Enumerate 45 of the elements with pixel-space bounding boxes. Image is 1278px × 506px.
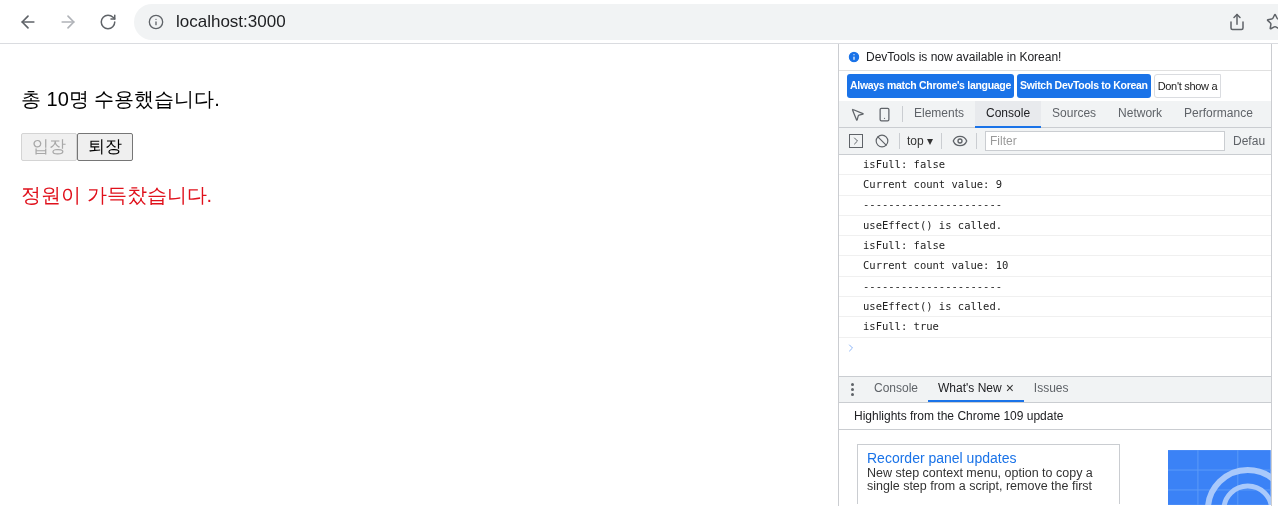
console-message: ----------------------	[863, 278, 1003, 294]
console-message: Current count value: 9	[863, 177, 1003, 193]
inspect-icon[interactable]	[850, 106, 865, 122]
live-expression-icon[interactable]	[952, 133, 969, 149]
console-message: isFull: true	[863, 319, 939, 335]
address-bar[interactable]: localhost:3000	[134, 3, 1278, 40]
console-message: useEffect() is called.	[863, 217, 1003, 233]
console-message: useEffect() is called.	[863, 298, 1003, 314]
url-text: localhost:3000	[176, 10, 286, 33]
devtools-tab[interactable]: Performance	[1173, 100, 1264, 128]
bookmark-star-icon[interactable]	[1266, 12, 1278, 31]
language-button[interactable]: Don't show a	[1153, 74, 1222, 98]
feature-card[interactable]: Recorder panel updates New step context menu, option to copy a single step from a script, remove the first	[857, 443, 1121, 504]
devtools-tab[interactable]: Console	[975, 100, 1042, 128]
clear-console-icon[interactable]	[875, 134, 889, 148]
console-message: isFull: false	[863, 237, 946, 253]
card-description: New step context menu, option to copy a single step from a script, remove the first	[867, 466, 1094, 493]
filter-field[interactable]: Filter	[985, 131, 1226, 151]
console-message: ----------------------	[863, 197, 1003, 213]
language-button[interactable]: Switch DevTools to Korean	[1016, 74, 1151, 98]
highlights-text: Highlights from the Chrome 109 update	[854, 407, 1064, 425]
context-select[interactable]: top ▾	[907, 132, 934, 150]
site-info-icon[interactable]	[148, 13, 164, 30]
drawer-tab[interactable]: What's New ×	[928, 376, 1024, 403]
notice-text: DevTools is now available in Korean!	[866, 49, 1062, 66]
console-message: isFull: false	[863, 156, 946, 172]
info-icon	[847, 50, 861, 64]
devtools-tab[interactable]: Network	[1107, 100, 1174, 128]
drawer-tab[interactable]: Console	[864, 376, 929, 403]
more-icon[interactable]	[851, 382, 854, 396]
devtools-tab[interactable]: Sources	[1041, 100, 1108, 128]
close-tab-button[interactable]: ×	[1005, 377, 1014, 399]
caret-icon: ▾	[927, 134, 934, 148]
card-title[interactable]: Recorder panel updates	[867, 448, 1111, 467]
log-levels-dropdown[interactable]: Defau	[1233, 132, 1266, 150]
device-toolbar-icon[interactable]	[877, 106, 892, 122]
share-icon[interactable]	[1228, 12, 1246, 31]
drawer-tab[interactable]: Issues	[1023, 376, 1079, 403]
console-message: Current count value: 10	[863, 258, 1009, 274]
exit-button[interactable]: 퇴장	[77, 133, 133, 161]
capacity-text: 총 10명 수용했습니다.	[21, 87, 221, 112]
devtools-tab[interactable]: Elements	[903, 100, 976, 128]
language-button[interactable]: Always match Chrome's language	[847, 74, 1014, 98]
full-message: 정원이 가득찼습니다.	[21, 183, 214, 208]
sidebar-toggle-icon[interactable]	[849, 134, 863, 148]
